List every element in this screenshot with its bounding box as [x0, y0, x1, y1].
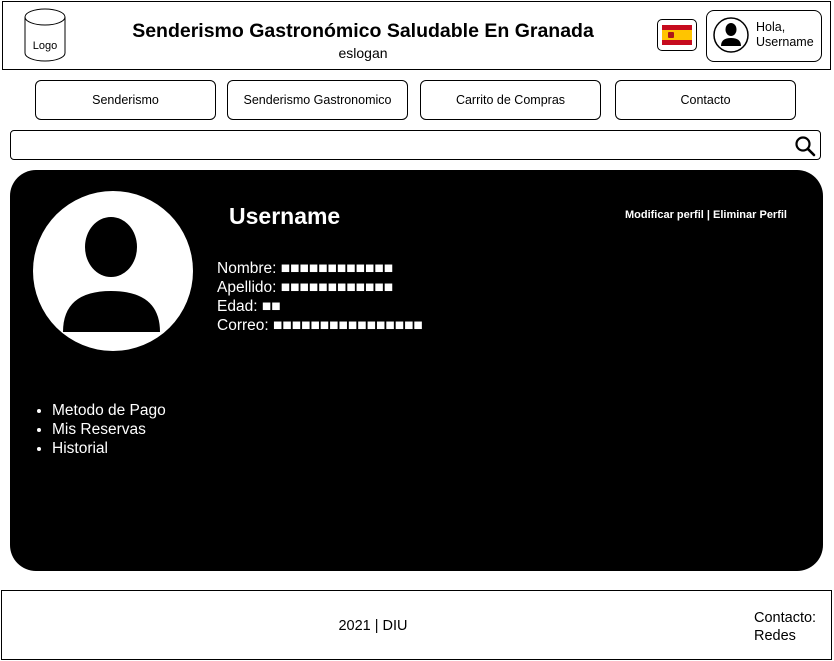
nav-senderismo-button[interactable]: Senderismo	[35, 80, 216, 120]
logo-cylinder-icon	[24, 8, 66, 62]
search-bar	[10, 130, 821, 160]
profile-actions: Modificar perfil | Eliminar Perfil	[625, 209, 787, 221]
user-account-button[interactable]: Hola, Username	[706, 10, 822, 62]
nav-senderismo-gastronomico-button[interactable]: Senderismo Gastronomico	[227, 80, 408, 120]
field-label: Apellido:	[217, 279, 277, 296]
field-value: ■■■■■■■■■■■■■■■■	[273, 317, 423, 334]
field-apellido: Apellido: ■■■■■■■■■■■■	[217, 278, 423, 297]
field-correo: Correo: ■■■■■■■■■■■■■■■■	[217, 316, 423, 335]
field-value: ■■	[261, 298, 281, 315]
user-avatar-icon	[713, 17, 749, 53]
nav-contacto-button[interactable]: Contacto	[615, 80, 796, 120]
delete-profile-link[interactable]: Eliminar Perfil	[713, 209, 787, 221]
field-label: Correo:	[217, 317, 269, 334]
menu-item-mis-reservas[interactable]: Mis Reservas	[52, 420, 166, 439]
user-greeting-hello: Hola,	[756, 20, 786, 34]
footer: 2021 | DIU Contacto: Redes	[1, 590, 832, 660]
field-label: Edad:	[217, 298, 258, 315]
field-value: ■■■■■■■■■■■■	[280, 279, 394, 296]
footer-contact-label: Contacto:	[754, 610, 817, 626]
language-flag-button[interactable]	[657, 19, 697, 51]
slogan: eslogan	[338, 45, 388, 61]
field-edad: Edad: ■■	[217, 297, 423, 316]
nav-carrito-button[interactable]: Carrito de Compras	[420, 80, 601, 120]
actions-separator: |	[703, 209, 714, 221]
spain-flag-icon	[662, 25, 692, 45]
menu-item-metodo-de-pago[interactable]: Metodo de Pago	[52, 401, 166, 420]
edit-profile-link[interactable]: Modificar perfil	[625, 209, 704, 221]
profile-fields: Nombre: ■■■■■■■■■■■■ Apellido: ■■■■■■■■■…	[217, 259, 423, 335]
field-nombre: Nombre: ■■■■■■■■■■■■	[217, 259, 423, 278]
header: Logo Senderismo Gastronómico Saludable E…	[2, 1, 831, 70]
user-greeting-username: Username	[756, 35, 814, 49]
profile-avatar-icon	[33, 191, 193, 351]
footer-copyright: 2021 | DIU	[338, 618, 408, 634]
footer-contact: Contacto: Redes	[754, 609, 816, 645]
search-icon[interactable]	[794, 135, 816, 157]
field-label: Nombre:	[217, 260, 277, 277]
profile-username: Username	[229, 203, 341, 229]
field-value: ■■■■■■■■■■■■	[280, 260, 394, 277]
user-greeting: Hola, Username	[756, 20, 814, 50]
menu-item-historial[interactable]: Historial	[52, 439, 166, 458]
logo[interactable]: Logo	[24, 8, 66, 62]
search-input[interactable]	[15, 134, 789, 158]
logo-label: Logo	[32, 40, 58, 52]
site-title: Senderismo Gastronómico Saludable En Gra…	[132, 20, 594, 42]
footer-social-link[interactable]: Redes	[754, 627, 816, 645]
profile-menu: Metodo de Pago Mis Reservas Historial	[34, 401, 166, 458]
page: Logo Senderismo Gastronómico Saludable E…	[0, 0, 834, 661]
profile-panel: Username Modificar perfil | Eliminar Per…	[10, 170, 823, 571]
